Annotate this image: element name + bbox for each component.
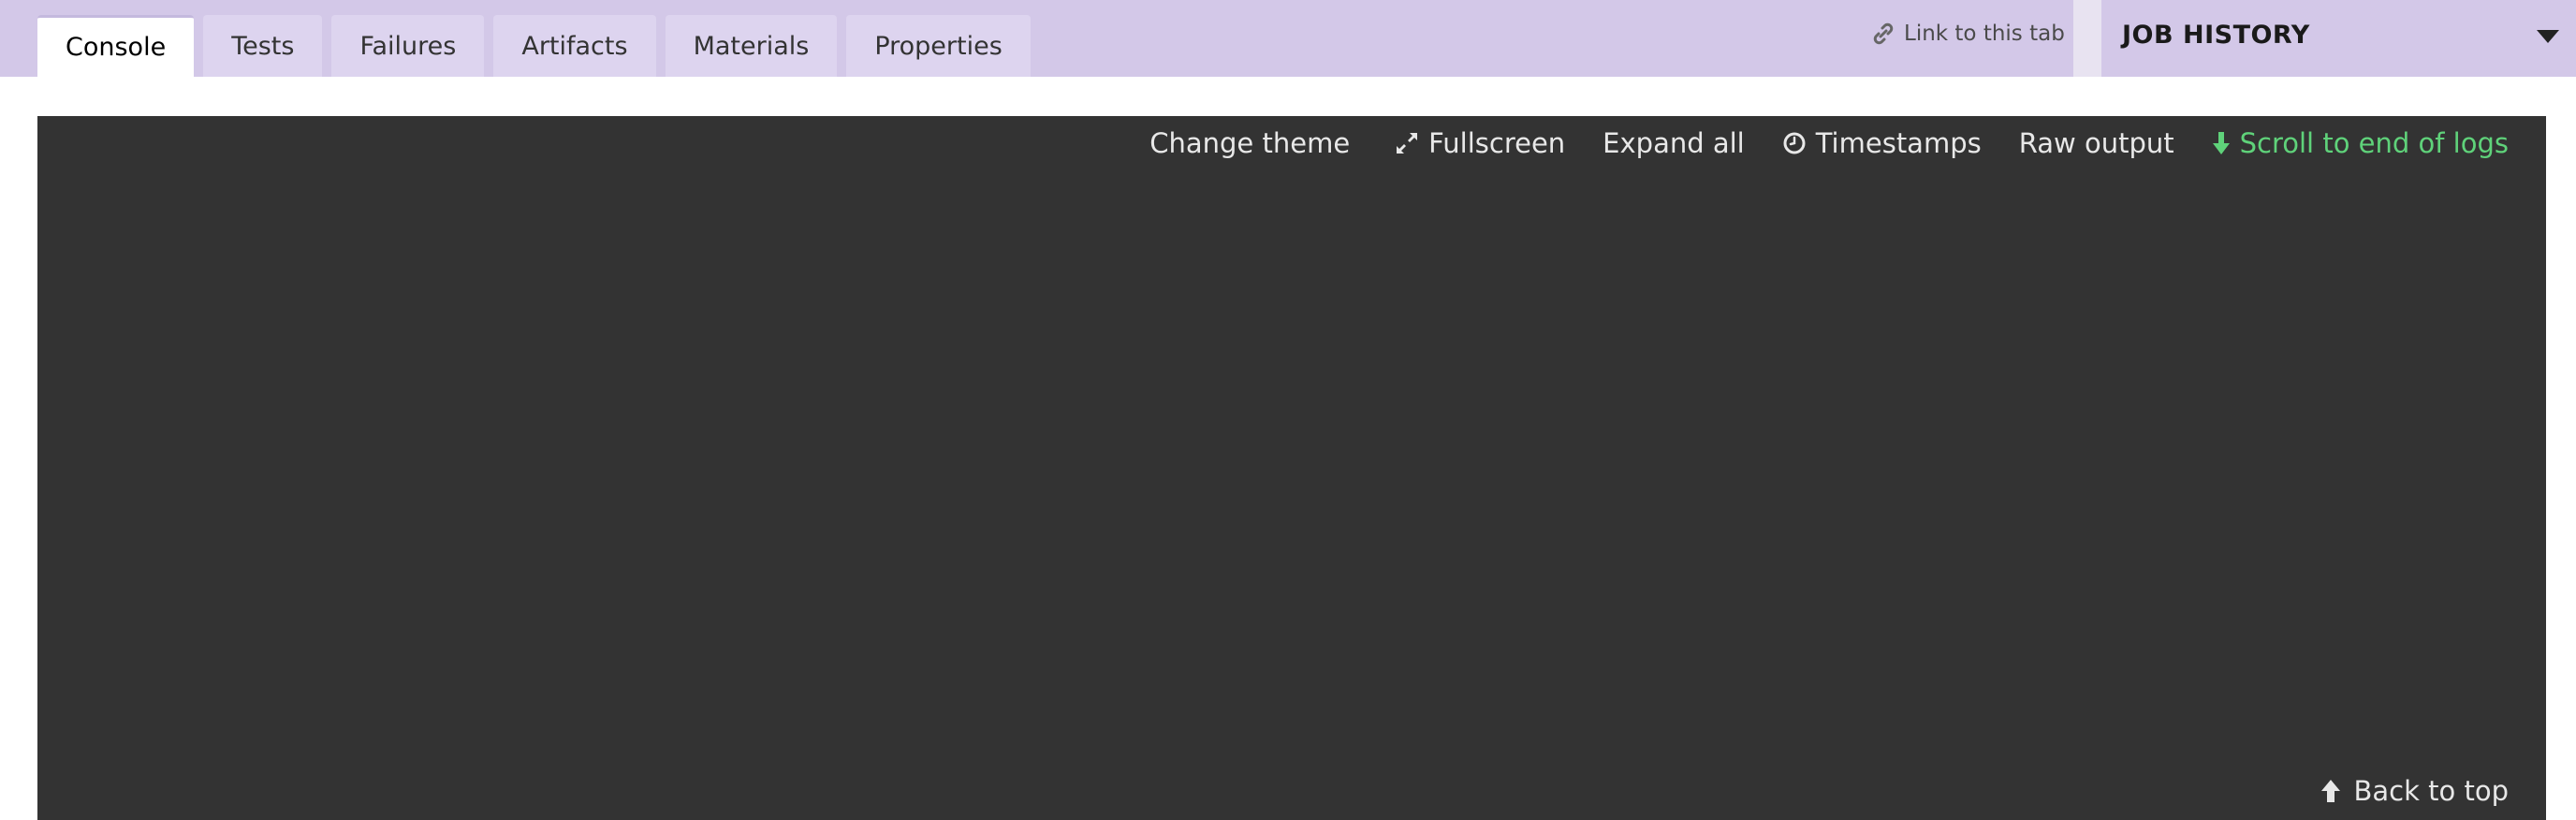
timestamps-label: Timestamps [1815, 127, 1982, 159]
job-history-dropdown[interactable]: JOB HISTORY [2101, 0, 2576, 77]
link-to-tab-label: Link to this tab [1904, 22, 2065, 46]
timestamps-button[interactable]: Timestamps [1782, 127, 1982, 159]
tab-materials[interactable]: Materials [665, 15, 838, 77]
arrow-up-icon [2320, 778, 2341, 804]
change-theme-label: Change theme [1149, 127, 1351, 159]
back-to-top-label: Back to top [2353, 775, 2509, 807]
link-icon [1872, 22, 1895, 45]
tab-list: Console Tests Failures Artifacts Materia… [37, 15, 1031, 77]
arrow-down-icon [2212, 130, 2231, 156]
sidebar-divider [2073, 0, 2101, 77]
tab-failures[interactable]: Failures [331, 15, 485, 77]
change-theme-button[interactable]: Change theme [1149, 127, 1350, 159]
tab-properties[interactable]: Properties [846, 15, 1031, 77]
fullscreen-label: Fullscreen [1428, 127, 1566, 159]
tab-console[interactable]: Console [37, 15, 195, 77]
clock-icon [1782, 131, 1807, 155]
expand-all-button[interactable]: Expand all [1603, 127, 1745, 159]
console-output-panel: Change theme Fullscreen Expand all Times… [37, 116, 2546, 820]
expand-arrows-icon [1395, 131, 1419, 155]
back-to-top-button[interactable]: Back to top [2320, 775, 2509, 807]
caret-down-icon [2537, 30, 2559, 43]
tab-tests[interactable]: Tests [203, 15, 323, 77]
link-to-tab-link[interactable]: Link to this tab [1872, 19, 2065, 49]
raw-output-label: Raw output [2018, 127, 2174, 159]
expand-all-label: Expand all [1603, 127, 1745, 159]
job-history-label: JOB HISTORY [2122, 21, 2310, 50]
fullscreen-button[interactable]: Fullscreen [1395, 127, 1565, 159]
scroll-to-end-label: Scroll to end of logs [2239, 127, 2509, 159]
console-toolbar: Change theme Fullscreen Expand all Times… [1149, 127, 2509, 159]
tab-artifacts[interactable]: Artifacts [493, 15, 656, 77]
raw-output-button[interactable]: Raw output [2019, 127, 2174, 159]
scroll-to-end-button[interactable]: Scroll to end of logs [2212, 127, 2509, 159]
